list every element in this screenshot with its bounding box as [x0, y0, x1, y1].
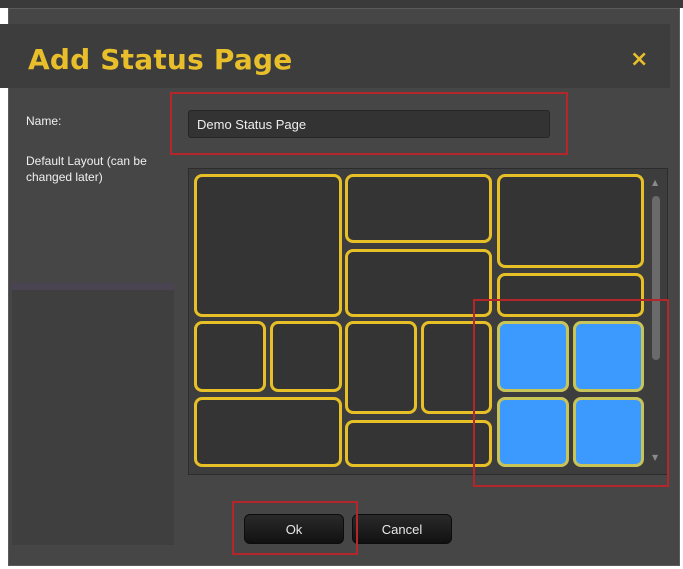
cancel-button[interactable]: Cancel: [352, 514, 452, 544]
layout-option-4-pane-c[interactable]: [194, 397, 342, 467]
layout-option-2-pane-b[interactable]: [345, 249, 492, 317]
layout-option-2-pane-a[interactable]: [345, 174, 492, 243]
background-window-strip: [0, 0, 683, 8]
left-pane-divider: [12, 283, 174, 290]
layout-option-1-pane-a[interactable]: [194, 174, 342, 317]
selected-layout-highlight: [473, 299, 669, 487]
ok-button-highlight: [232, 501, 358, 555]
layout-option-5-pane-a[interactable]: [345, 321, 417, 414]
default-layout-label: Default Layout (can be changed later): [26, 154, 147, 184]
layout-option-4-pane-a[interactable]: [194, 321, 266, 392]
name-field-highlight: [170, 92, 568, 155]
left-pane: [12, 283, 174, 545]
layout-option-3-pane-a[interactable]: [497, 174, 644, 268]
layout-option-4-pane-b[interactable]: [270, 321, 342, 392]
close-icon[interactable]: ×: [630, 47, 648, 72]
scroll-up-icon[interactable]: ▲: [652, 178, 658, 187]
layout-option-5-pane-c[interactable]: [345, 420, 492, 467]
name-label: Name:: [26, 114, 62, 128]
dialog-title: Add Status Page: [28, 43, 293, 76]
